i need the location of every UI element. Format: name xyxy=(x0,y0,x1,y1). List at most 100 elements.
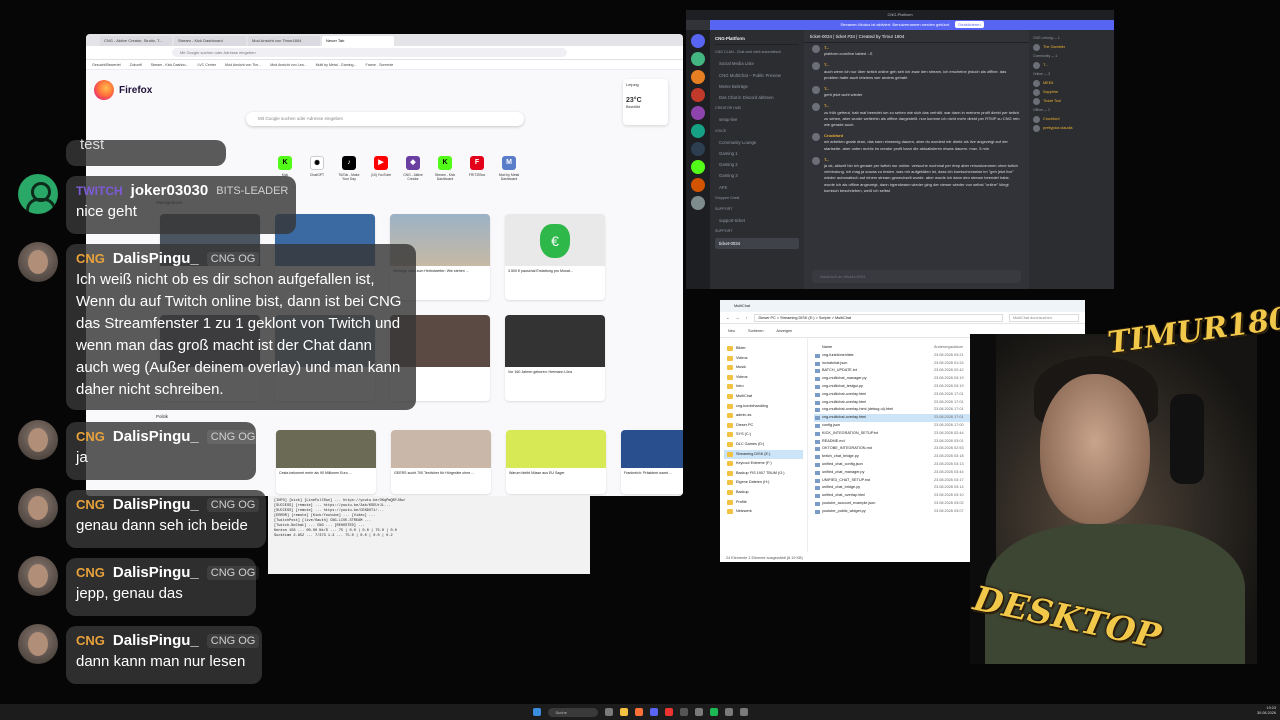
nav-item[interactable]: Bilder xyxy=(724,344,803,354)
channel-item[interactable]: CNG MultiChat – Public Preview xyxy=(715,70,799,81)
taskbar-app-icon[interactable] xyxy=(664,708,673,716)
url-bar[interactable]: Mit Google suchen oder Adresse eingeben xyxy=(172,48,567,57)
browser-tab[interactable]: Stream - Kick Dashboard xyxy=(174,36,246,46)
server-icon[interactable] xyxy=(691,88,705,102)
nav-item[interactable]: MultiChat xyxy=(724,392,803,402)
nav-item[interactable]: DLC Games (D:) xyxy=(724,440,803,450)
taskbar-app-icon[interactable] xyxy=(739,708,748,716)
bookmark-item[interactable]: Gesucht/Bewertet xyxy=(92,63,121,67)
file-row[interactable]: cng-multichat-overlay.html 23.08.2026 17:… xyxy=(814,391,974,399)
browser-tab[interactable]: CNG - Aktive Creator, Studio, T... xyxy=(100,36,172,46)
news-card[interactable]: Vor 160 Jahren geboren: Hermann Löns xyxy=(505,315,605,401)
channel-item[interactable]: Gaming 3 xyxy=(715,170,799,181)
bookmark-item[interactable]: Zukunft xyxy=(130,63,142,67)
shortcut-cng[interactable]: ◆ CNG - Aktive Creator xyxy=(402,156,424,181)
newtab-search-input[interactable]: Mit Google suchen oder Adresse eingeben xyxy=(246,112,524,126)
forward-arrow-icon[interactable]: → xyxy=(736,316,740,320)
nav-item[interactable]: Streaming DISK (E:) xyxy=(724,449,803,460)
nav-item[interactable]: Intro xyxy=(724,382,803,392)
channel-item[interactable]: support-ticket xyxy=(715,215,799,226)
channel-item[interactable]: Social Media Liste xyxy=(715,58,799,69)
bookmark-item[interactable]: Stream - Kick Dashbo... xyxy=(151,63,189,67)
file-row[interactable]: twitch_chat_bridge.py 23.08.2026 03:18 xyxy=(814,453,974,461)
news-card[interactable]: €3.500 € pauschal Erstattung pro Monat..… xyxy=(505,214,605,300)
file-row[interactable]: unified_chat_bridge.py 23.08.2026 03:14 xyxy=(814,484,974,492)
server-icon[interactable] xyxy=(691,196,705,210)
nav-item[interactable]: Dieser PC xyxy=(724,421,803,431)
column-name[interactable]: Name xyxy=(814,344,934,352)
file-row[interactable]: cng-multichat_manager.py 23.08.2026 03:19 xyxy=(814,375,974,383)
bookmark-item[interactable]: Mod Ansicht von Tim... xyxy=(225,63,261,67)
member-item[interactable]: Ticket Tool xyxy=(1033,97,1110,106)
start-icon[interactable] xyxy=(532,708,541,716)
server-icon[interactable] xyxy=(691,124,705,138)
folder-icon[interactable] xyxy=(619,708,628,716)
bookmark-item[interactable]: LVC Center xyxy=(198,63,217,67)
bookmark-item[interactable]: Frame - Screenie xyxy=(366,63,394,67)
file-row[interactable]: KICK_INTEGRATION_SETUP.txt 23.08.2026 02:… xyxy=(814,430,974,438)
member-item[interactable]: MEE6 xyxy=(1033,79,1110,88)
weather-widget[interactable]: Leipzig 23°C Bewölkt xyxy=(623,79,668,125)
explorer-tab[interactable]: MultiChat xyxy=(720,300,1085,312)
new-button[interactable]: Neu xyxy=(728,329,735,333)
member-item[interactable]: The Gambler xyxy=(1033,43,1110,52)
file-row[interactable]: README.md 23.08.2026 03:01 xyxy=(814,438,974,446)
column-date[interactable]: Änderungsdatum xyxy=(934,344,963,352)
file-row[interactable]: unified_chat_config.json 23.08.2026 03:13 xyxy=(814,461,974,469)
shortcut-fritzbox[interactable]: F FRITZ!Box xyxy=(466,156,488,181)
nav-item[interactable]: Eigene Dateien (H:) xyxy=(724,478,803,488)
server-icon[interactable] xyxy=(691,52,705,66)
nav-item[interactable]: Backup xyxy=(724,488,803,498)
file-row[interactable]: UNIFIED_CHAT_SETUP.md 23.08.2026 03:17 xyxy=(814,477,974,485)
channel-item[interactable]: setup-live xyxy=(715,114,799,125)
file-row[interactable]: cng-multichat-overlay.html 23.08.2026 17:… xyxy=(814,414,974,422)
shortcut-metal[interactable]: M Mod by Metal Dashboard xyxy=(498,156,520,181)
explorer-search-input[interactable]: MultiChat durchsuchen xyxy=(1009,313,1079,322)
server-icon[interactable] xyxy=(691,178,705,192)
channel-item[interactable]: Meine Beiträge xyxy=(715,81,799,92)
taskbar-app-icon[interactable] xyxy=(724,708,733,716)
shortcut-youtube[interactable]: ▶ (10) YouTube xyxy=(370,156,392,181)
address-bar[interactable]: Dieser PC > Streaming DISK (E:) > Script… xyxy=(753,313,1003,322)
shortcut-kick-dashboard[interactable]: K Stream - Kick Dashboard xyxy=(434,156,456,181)
up-arrow-icon[interactable]: ↑ xyxy=(746,316,748,320)
nav-item[interactable]: cng-kombihandling xyxy=(724,402,803,412)
channel-item[interactable]: AFK xyxy=(715,182,799,193)
member-item[interactable]: Crockford xyxy=(1033,115,1110,124)
disable-streamer-mode-button[interactable]: Deaktivieren xyxy=(955,21,984,28)
browser-tab-active[interactable]: Neuer Tab xyxy=(322,36,394,46)
server-icon[interactable] xyxy=(691,106,705,120)
news-card[interactable]: Warum bleibt Nüsse aus EU Sager xyxy=(506,430,606,494)
taskbar-app-icon[interactable] xyxy=(694,708,703,716)
nav-item[interactable]: Profile xyxy=(724,498,803,508)
channel-item[interactable]: ticket-0034 xyxy=(715,237,799,249)
news-card[interactable]: Cesta bekommt mehr als 90 Millionen Euro… xyxy=(276,430,376,494)
nav-item[interactable]: admin-ks xyxy=(724,411,803,421)
nav-item[interactable]: Netzwerk xyxy=(724,507,803,517)
file-row[interactable]: cng-multichat_testgui.py 23.08.2026 03:19 xyxy=(814,383,974,391)
file-row[interactable]: cng-funktionenliste 23.08.2026 03:21 xyxy=(814,352,974,360)
taskbar-clock[interactable]: 19:23 30.08.2026 xyxy=(1257,706,1276,716)
sort-button[interactable]: Sortieren xyxy=(748,329,763,333)
channel-item[interactable]: Gaming 1 xyxy=(715,148,799,159)
member-item[interactable]: Sapphire xyxy=(1033,88,1110,97)
shortcut-chatgpt[interactable]: ✺ ChatGPT xyxy=(306,156,328,181)
bookmark-item[interactable]: Multi by Metal - Gaming... xyxy=(316,63,357,67)
terminal-icon[interactable] xyxy=(679,708,688,716)
browser-tab[interactable]: Mod Ansicht von Timur1804 xyxy=(248,36,320,46)
nav-item[interactable]: Keycool Extreme (F:) xyxy=(724,459,803,469)
server-icon[interactable] xyxy=(691,160,705,174)
channel-item[interactable]: Community Lounge xyxy=(715,137,799,148)
server-icon[interactable] xyxy=(691,34,705,48)
member-item[interactable]: T... xyxy=(1033,61,1110,70)
taskbar-app-icon[interactable] xyxy=(604,708,613,716)
file-row[interactable]: cng-multichat-overlay-html (debug-ui).ht… xyxy=(814,406,974,414)
file-row[interactable]: unified_chat_manager.py 23.08.2026 03:44 xyxy=(814,469,974,477)
taskbar-search[interactable]: Suche xyxy=(547,707,598,717)
file-row[interactable]: cng-multichat-overlay.html 23.08.2026 17:… xyxy=(814,399,974,407)
file-row[interactable]: BATCH_UPDATE.txt 23.08.2026 02:42 xyxy=(814,367,974,375)
channel-item[interactable]: Das Chat in Discord ablösen xyxy=(715,92,799,103)
shortcut-tiktok[interactable]: ♪ TikTok - Make Your Day xyxy=(338,156,360,181)
view-button[interactable]: Anzeigen xyxy=(776,329,792,333)
file-row[interactable]: OKTOBE_INTEGRATION.md 23.08.2026 02:53 xyxy=(814,445,974,453)
